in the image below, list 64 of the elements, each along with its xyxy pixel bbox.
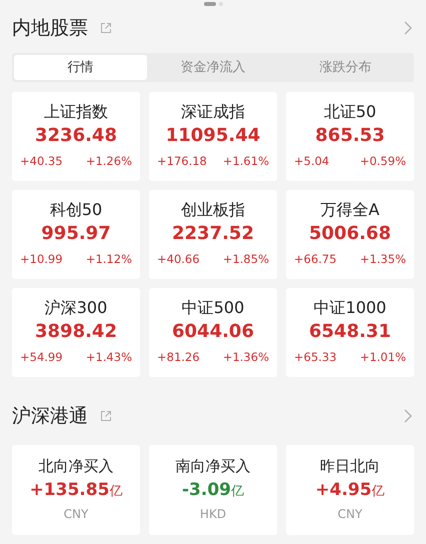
- tab[interactable]: 行情: [14, 55, 147, 80]
- flow-value: +4.95亿: [315, 479, 385, 502]
- index-name: 北证50: [324, 101, 376, 123]
- index-percent: +1.01%: [360, 349, 406, 366]
- index-price: 6044.06: [172, 320, 254, 344]
- index-change: +65.33: [294, 349, 337, 366]
- index-price: 995.97: [41, 222, 111, 246]
- chevron-right-icon[interactable]: [404, 21, 412, 35]
- index-card[interactable]: 中证1000 6548.31 +65.33 +1.01%: [286, 288, 414, 377]
- share-icon[interactable]: [100, 22, 112, 34]
- index-card[interactable]: 北证50 865.53 +5.04 +0.59%: [286, 92, 414, 181]
- index-price: 3898.42: [35, 320, 117, 344]
- index-change: +40.35: [20, 153, 63, 170]
- flow-value: +135.85亿: [30, 479, 122, 502]
- index-percent: +1.12%: [86, 251, 132, 268]
- index-card[interactable]: 沪深300 3898.42 +54.99 +1.43%: [12, 288, 140, 377]
- index-card[interactable]: 万得全A 5006.68 +66.75 +1.35%: [286, 190, 414, 279]
- index-price: 5006.68: [309, 222, 391, 246]
- index-percent: +1.61%: [222, 153, 269, 170]
- index-card[interactable]: 深证成指 11095.44 +176.18 +1.61%: [149, 92, 277, 181]
- index-price: 2237.52: [172, 222, 254, 246]
- index-change: +10.99: [20, 251, 63, 268]
- share-icon[interactable]: [100, 410, 112, 422]
- index-percent: +1.26%: [86, 153, 132, 170]
- index-change: +5.04: [294, 153, 330, 170]
- index-name: 深证成指: [181, 101, 245, 123]
- index-percent: +1.43%: [86, 349, 132, 366]
- index-change: +54.99: [20, 349, 63, 366]
- index-name: 科创50: [50, 199, 102, 221]
- index-price: 6548.31: [309, 320, 391, 344]
- index-price: 865.53: [315, 124, 385, 148]
- currency-label: CNY: [338, 506, 362, 523]
- index-change: +81.26: [157, 349, 200, 366]
- index-card[interactable]: 中证500 6044.06 +81.26 +1.36%: [149, 288, 277, 377]
- currency-label: HKD: [200, 506, 226, 523]
- chevron-right-icon[interactable]: [404, 409, 412, 423]
- flow-name: 北向净买入: [38, 456, 114, 477]
- flow-value: -3.09亿: [182, 479, 244, 502]
- section-title: 内地股票: [12, 16, 88, 41]
- index-name: 沪深300: [44, 297, 108, 319]
- index-price: 3236.48: [35, 124, 117, 148]
- index-name: 中证1000: [314, 297, 386, 319]
- index-percent: +1.85%: [222, 251, 269, 268]
- section-title: 沪深港通: [12, 404, 88, 429]
- index-percent: +1.35%: [360, 251, 406, 268]
- index-percent: +1.36%: [222, 349, 269, 366]
- index-change: +40.66: [157, 251, 200, 268]
- index-card[interactable]: 创业板指 2237.52 +40.66 +1.85%: [149, 190, 277, 279]
- currency-label: CNY: [64, 506, 88, 523]
- index-name: 中证500: [182, 297, 244, 319]
- index-percent: +0.59%: [360, 153, 406, 170]
- flow-card[interactable]: 北向净买入 +135.85亿 CNY: [12, 445, 140, 535]
- flow-name: 南向净买入: [176, 456, 250, 477]
- index-name: 创业板指: [181, 199, 245, 221]
- flow-card[interactable]: 南向净买入 -3.09亿 HKD: [149, 445, 277, 535]
- index-change: +66.75: [294, 251, 337, 268]
- index-change: +176.18: [157, 153, 207, 170]
- flow-name: 昨日北向: [320, 456, 380, 477]
- flow-card[interactable]: 昨日北向 +4.95亿 CNY: [286, 445, 414, 535]
- index-name: 上证指数: [44, 101, 108, 123]
- index-card[interactable]: 上证指数 3236.48 +40.35 +1.26%: [12, 92, 140, 181]
- index-price: 11095.44: [166, 124, 260, 148]
- index-card[interactable]: 科创50 995.97 +10.99 +1.12%: [12, 190, 140, 279]
- index-name: 万得全A: [320, 199, 380, 221]
